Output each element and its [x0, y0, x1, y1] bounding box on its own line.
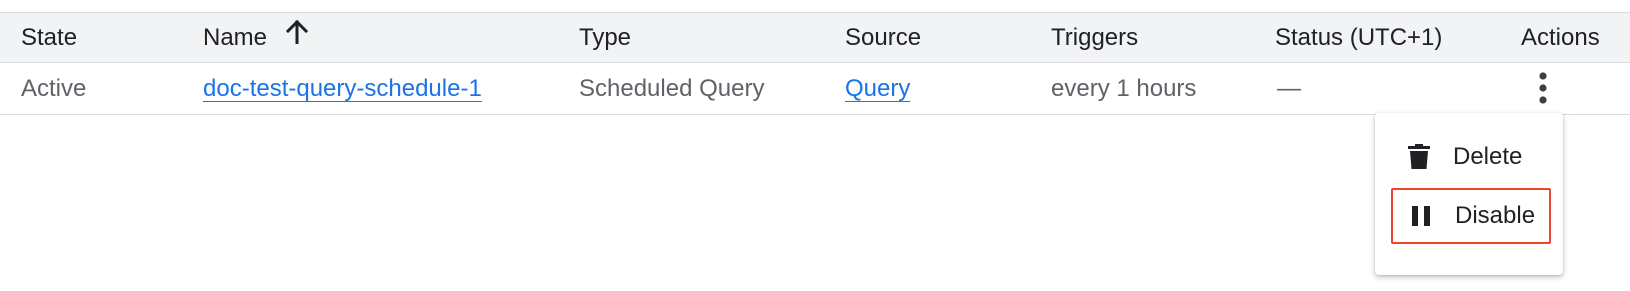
column-header-name[interactable]: Name [203, 13, 308, 62]
table-row: Active doc-test-query-schedule-1 Schedul… [0, 63, 1630, 115]
column-header-actions: Actions [1521, 24, 1600, 51]
cell-status: — [1277, 75, 1301, 102]
column-header-status[interactable]: Status (UTC+1) [1275, 13, 1442, 62]
cell-type: Scheduled Query [579, 75, 765, 102]
more-actions-button[interactable] [1525, 70, 1561, 106]
schedule-name-link[interactable]: doc-test-query-schedule-1 [203, 75, 482, 102]
cell-state: Active [21, 75, 87, 102]
trash-icon [1405, 143, 1433, 171]
menu-item-label: Delete [1453, 143, 1523, 170]
pause-icon [1407, 202, 1435, 230]
column-header-source[interactable]: Source [845, 13, 921, 62]
menu-item-delete[interactable]: Delete [1391, 129, 1551, 185]
cell-triggers: every 1 hours [1051, 75, 1197, 102]
source-query-link[interactable]: Query [845, 75, 910, 102]
more-vert-icon [1539, 72, 1547, 104]
menu-item-disable[interactable]: Disable [1391, 188, 1551, 244]
menu-item-label: Disable [1455, 202, 1536, 229]
column-header-state[interactable]: State [21, 13, 77, 62]
column-header-triggers[interactable]: Triggers [1051, 13, 1138, 62]
arrow-up-icon[interactable] [285, 12, 308, 61]
table-header: State Name Type Source Triggers Status (… [0, 12, 1630, 63]
actions-menu: Delete Disable [1375, 113, 1563, 275]
column-header-type[interactable]: Type [579, 13, 631, 62]
